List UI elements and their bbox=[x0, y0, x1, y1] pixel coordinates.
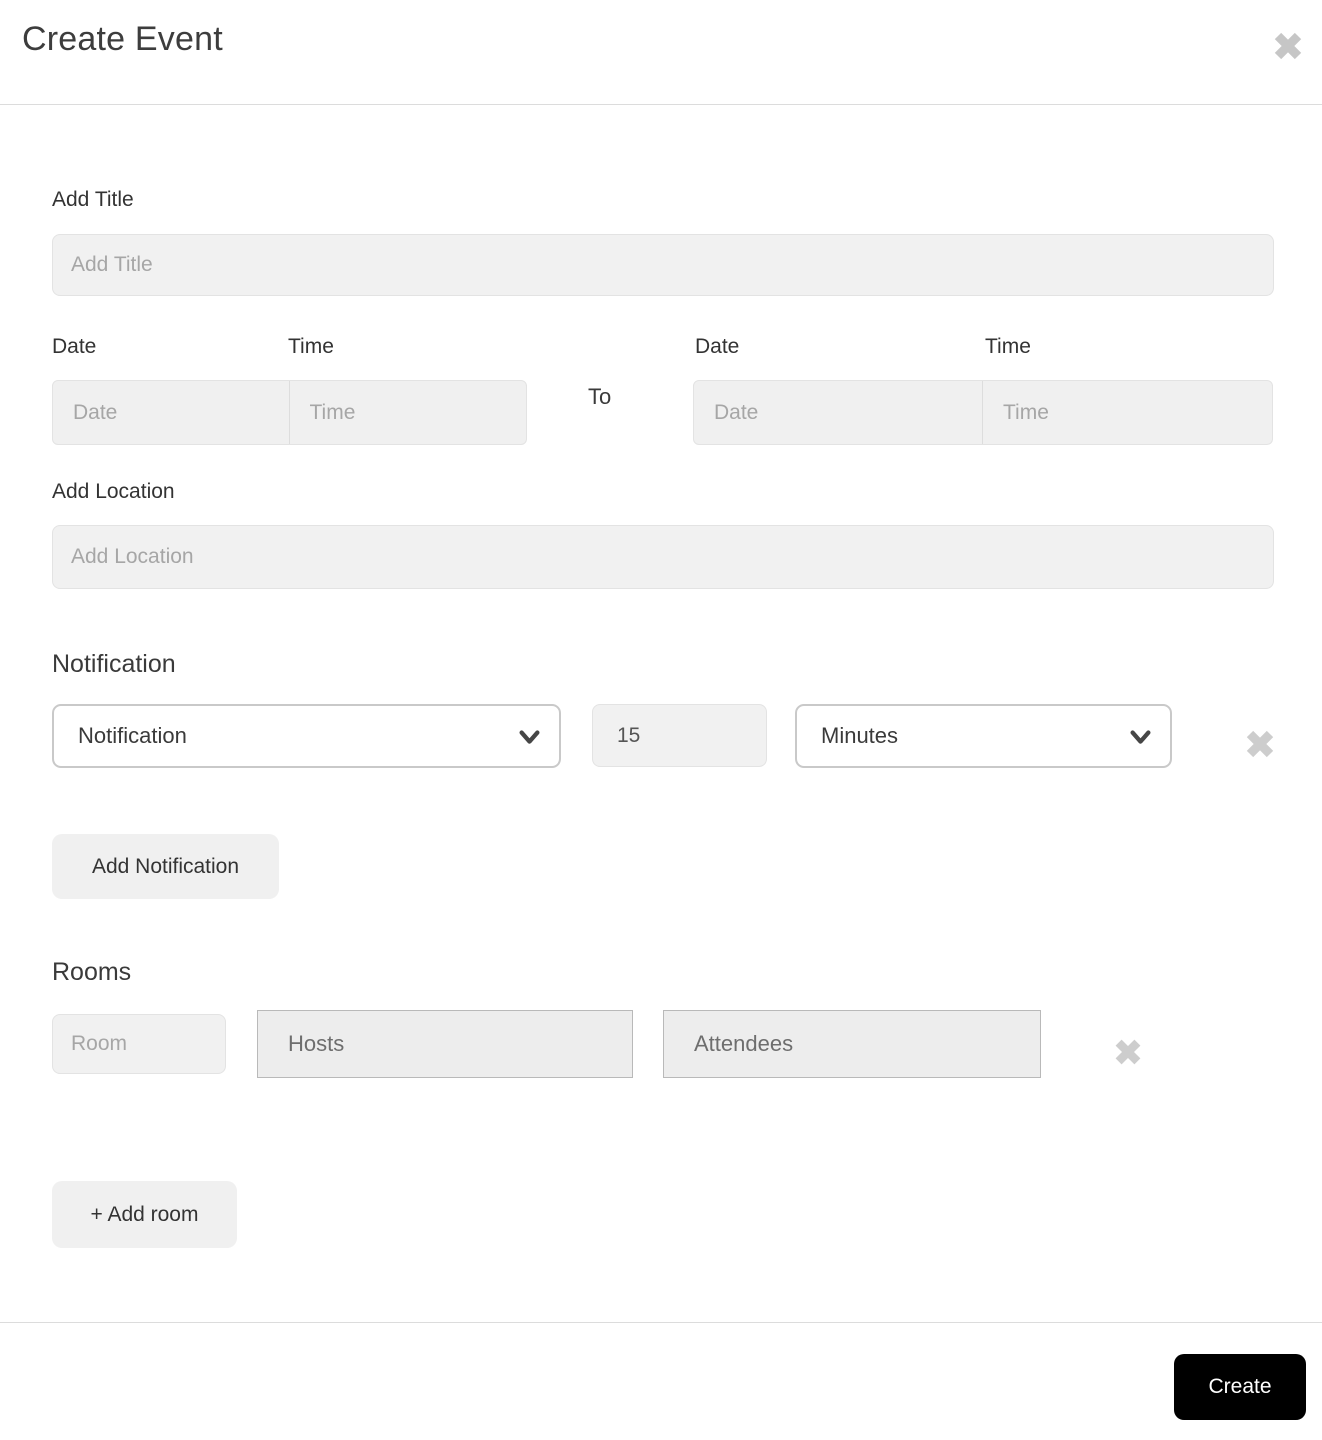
hosts-input[interactable] bbox=[257, 1010, 633, 1078]
end-date-input[interactable] bbox=[694, 381, 983, 444]
create-event-modal: Create Event Add Title Date Time Date Ti… bbox=[0, 0, 1322, 1440]
start-date-input[interactable] bbox=[53, 381, 290, 444]
add-room-button[interactable]: + Add room bbox=[52, 1181, 237, 1248]
notification-type-select-value: Notification bbox=[78, 723, 187, 748]
notification-heading: Notification bbox=[52, 650, 176, 678]
add-notification-button[interactable]: Add Notification bbox=[52, 834, 279, 899]
remove-notification-icon[interactable] bbox=[1243, 727, 1277, 761]
end-time-label: Time bbox=[985, 335, 1031, 358]
rooms-heading: Rooms bbox=[52, 958, 132, 986]
notification-unit-select-value: Minutes bbox=[821, 723, 899, 748]
location-input[interactable] bbox=[52, 525, 1274, 589]
footer-divider bbox=[0, 1322, 1322, 1323]
notification-amount-input[interactable] bbox=[592, 704, 767, 767]
create-button[interactable]: Create bbox=[1174, 1354, 1306, 1420]
location-label: Add Location bbox=[52, 480, 175, 503]
start-datetime-group bbox=[52, 380, 527, 445]
page-title: Create Event bbox=[22, 20, 223, 58]
chevron-down-icon bbox=[516, 723, 543, 750]
remove-room-icon[interactable] bbox=[1112, 1036, 1144, 1068]
start-date-label: Date bbox=[52, 335, 97, 358]
title-label: Add Title bbox=[52, 188, 134, 211]
attendees-input[interactable] bbox=[663, 1010, 1041, 1078]
notification-unit-select[interactable]: Minutes bbox=[795, 704, 1172, 768]
close-icon[interactable] bbox=[1271, 29, 1305, 63]
chevron-down-icon bbox=[1127, 723, 1154, 750]
start-time-label: Time bbox=[288, 335, 334, 358]
notification-type-select[interactable]: Notification bbox=[52, 704, 561, 768]
title-input[interactable] bbox=[52, 234, 1274, 296]
end-datetime-group bbox=[693, 380, 1273, 445]
header-divider bbox=[0, 104, 1322, 105]
end-time-input[interactable] bbox=[983, 381, 1272, 444]
end-date-label: Date bbox=[695, 335, 740, 358]
start-time-input[interactable] bbox=[289, 381, 526, 444]
to-separator: To bbox=[588, 384, 612, 409]
room-input[interactable] bbox=[52, 1014, 226, 1074]
